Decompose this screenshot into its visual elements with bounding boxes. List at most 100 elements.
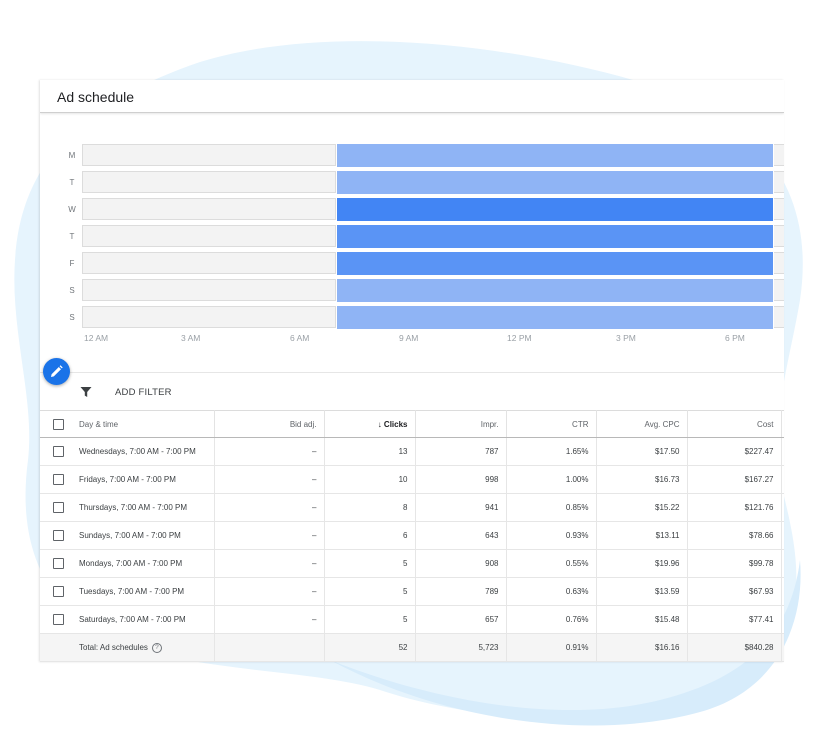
add-filter-button[interactable]: ADD FILTER [115,387,172,398]
total-label: Total: Ad schedules [79,642,148,652]
cell-total-avg-cpc: $16.16 [596,633,688,662]
day-label-sat: S [69,286,75,295]
cell-cost: $167.27 [687,465,782,494]
cell-ctr: 0.76% [506,605,597,634]
column-header-clicks[interactable]: ↓ Clicks [324,410,416,438]
row-checkbox[interactable] [52,446,64,457]
cell-truncated [781,605,784,634]
cell-bid-adj[interactable]: – [214,465,325,494]
cell-clicks: 6 [324,521,416,550]
cell-impr: 789 [415,577,507,606]
table-row[interactable]: Thursdays, 7:00 AM - 7:00 PM – 8 941 0.8… [40,493,784,522]
table-row[interactable]: Tuesdays, 7:00 AM - 7:00 PM – 5 789 0.63… [40,577,784,606]
schedule-inactive-block [82,144,336,166]
schedule-row-fri[interactable] [82,252,784,275]
row-checkbox[interactable] [52,530,64,541]
cell-day-time: Wednesdays, 7:00 AM - 7:00 PM [76,437,215,466]
column-header-ctr[interactable]: CTR [506,410,597,438]
cell-bid-adj[interactable]: – [214,549,325,578]
schedule-inactive-block [82,198,336,220]
column-header-truncated[interactable]: C [781,410,784,438]
filter-bar: ADD FILTER [40,372,784,411]
schedule-row-thu[interactable] [82,225,784,248]
cell-bid-adj[interactable]: – [214,577,325,606]
cell-avg-cpc: $16.73 [596,465,688,494]
cell-clicks: 5 [324,577,416,606]
table-row[interactable]: Saturdays, 7:00 AM - 7:00 PM – 5 657 0.7… [40,605,784,634]
schedule-row-tue[interactable] [82,171,784,194]
cell-bid-adj[interactable]: – [214,493,325,522]
row-checkbox[interactable] [52,614,64,625]
cell-avg-cpc: $17.50 [596,437,688,466]
help-icon[interactable]: ? [151,642,162,653]
schedule-active-block[interactable] [337,144,773,167]
day-label-thu: T [69,232,75,241]
row-checkbox[interactable] [52,558,64,569]
schedule-row-sun[interactable] [82,306,784,329]
schedule-active-block[interactable] [337,306,773,329]
schedule-inactive-block [774,279,784,301]
day-time-text: Saturdays, 7:00 AM - 7:00 PM [79,614,186,624]
row-checkbox[interactable] [52,502,64,513]
select-all-checkbox[interactable] [52,418,64,430]
schedule-active-block[interactable] [337,252,773,275]
cell-day-time: Fridays, 7:00 AM - 7:00 PM [76,465,215,494]
cell-ctr: 0.85% [506,493,597,522]
pencil-icon [51,365,63,377]
column-header-day-time[interactable]: Day & time [76,410,215,438]
cell-day-time: Tuesdays, 7:00 AM - 7:00 PM [76,577,215,606]
schedule-inactive-block [82,171,336,193]
day-label-sun: S [69,313,75,322]
row-checkbox[interactable] [52,474,64,485]
schedule-active-block[interactable] [337,279,773,302]
cell-bid-adj[interactable]: – [214,521,325,550]
column-header-avg-cpc[interactable]: Avg. CPC [596,410,688,438]
cell-cost: $227.47 [687,437,782,466]
column-header-impr[interactable]: Impr. [415,410,507,438]
cell-avg-cpc: $13.11 [596,521,688,550]
schedule-inactive-block [82,306,336,328]
cell-avg-cpc: $13.59 [596,577,688,606]
schedule-active-block[interactable] [337,198,773,221]
cell-truncated [781,549,784,578]
table-row[interactable]: Wednesdays, 7:00 AM - 7:00 PM – 13 787 1… [40,437,784,466]
cell-bid-adj[interactable]: – [214,605,325,634]
schedule-inactive-block [82,279,336,301]
cell-truncated [781,577,784,606]
table-row[interactable]: Mondays, 7:00 AM - 7:00 PM – 5 908 0.55%… [40,549,784,578]
cell-truncated [781,465,784,494]
column-header-cost[interactable]: Cost [687,410,782,438]
cell-bid-adj[interactable]: – [214,437,325,466]
schedule-active-block[interactable] [337,225,773,248]
total-empty-cell [40,633,76,662]
table-row[interactable]: Sundays, 7:00 AM - 7:00 PM – 6 643 0.93%… [40,521,784,550]
edit-schedule-button[interactable] [43,358,70,385]
day-time-text: Tuesdays, 7:00 AM - 7:00 PM [79,586,185,596]
schedule-row-wed[interactable] [82,198,784,221]
cell-avg-cpc: $15.22 [596,493,688,522]
row-checkbox[interactable] [52,586,64,597]
day-time-text: Wednesdays, 7:00 AM - 7:00 PM [79,446,196,456]
cell-total-bid-adj [214,633,325,662]
schedule-active-block[interactable] [337,171,773,194]
cell-ctr: 0.55% [506,549,597,578]
column-header-bid-adj[interactable]: Bid adj. [214,410,325,438]
hour-label-9am: 9 AM [399,333,419,343]
cell-avg-cpc: $15.48 [596,605,688,634]
schedule-inactive-block [774,306,784,328]
schedule-row-sat[interactable] [82,279,784,302]
column-header-clicks-label: Clicks [383,419,408,429]
cell-cost: $78.66 [687,521,782,550]
cell-day-time: Mondays, 7:00 AM - 7:00 PM [76,549,215,578]
cell-truncated [781,493,784,522]
cell-ctr: 0.63% [506,577,597,606]
table-row[interactable]: Fridays, 7:00 AM - 7:00 PM – 10 998 1.00… [40,465,784,494]
table-total-row: Total: Ad schedules? 52 5,723 0.91% $16.… [40,633,784,662]
day-time-text: Sundays, 7:00 AM - 7:00 PM [79,530,181,540]
hour-label-12am: 12 AM [84,333,109,343]
schedule-row-mon[interactable] [82,144,784,167]
schedule-inactive-block [774,198,784,220]
hour-label-3pm: 3 PM [616,333,636,343]
cell-truncated [781,633,784,662]
filter-icon[interactable] [80,386,92,398]
